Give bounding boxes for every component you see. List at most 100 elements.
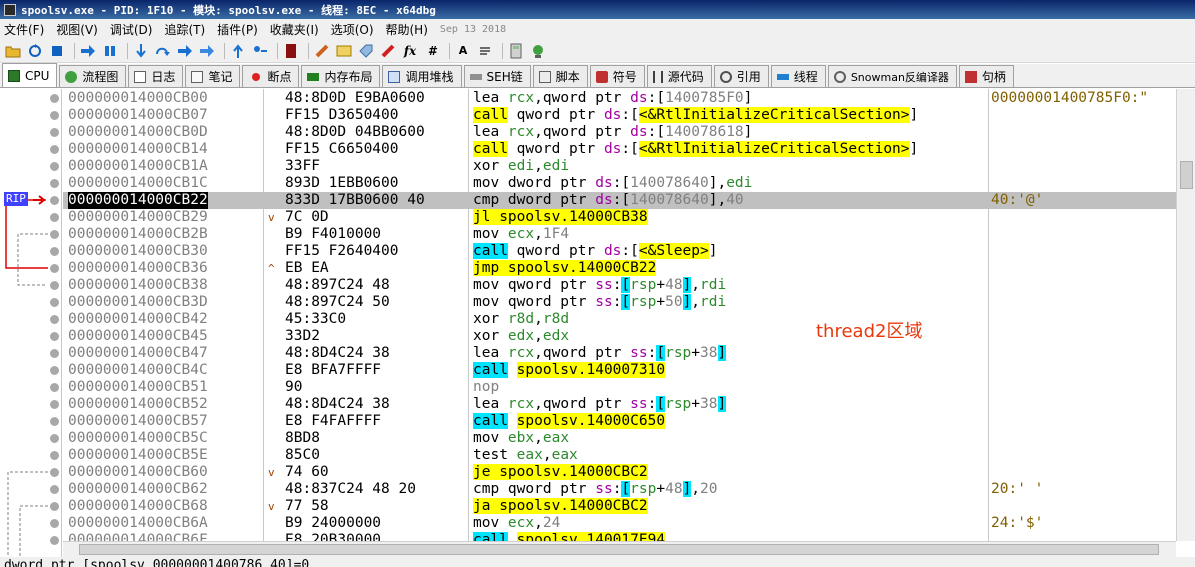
tab-handles[interactable]: 句柄 (958, 65, 1014, 87)
tab-memory-map[interactable]: 内存布局 (301, 65, 381, 87)
breakpoint-toggle-icon[interactable] (50, 230, 59, 239)
disasm-row[interactable]: 000000014000CB47 48:8D4C24 38 lea rcx,qwor… (63, 345, 1176, 362)
tab-symbols[interactable]: 符号 (589, 65, 645, 87)
tab-log[interactable]: 日志 (128, 65, 184, 87)
restart-icon[interactable] (26, 42, 44, 60)
breakpoint-toggle-icon[interactable] (50, 468, 59, 477)
breakpoint-toggle-icon[interactable] (50, 332, 59, 341)
disasm-row[interactable]: 000000014000CB2B B9 F4010000 mov ecx,1F4 (63, 226, 1176, 243)
breakpoint-toggle-icon[interactable] (50, 485, 59, 494)
disasm-row[interactable]: 000000014000CB0D 48:8D0D 04BB0600 lea rcx,… (63, 124, 1176, 141)
tab-script[interactable]: 脚本 (532, 65, 588, 87)
breakpoint-toggle-icon[interactable] (50, 349, 59, 358)
tab-call-stack[interactable]: 调用堆栈 (382, 65, 462, 87)
label-icon[interactable] (357, 42, 375, 60)
menu-favourites[interactable]: 收藏夹(I) (270, 21, 319, 38)
open-icon[interactable] (4, 42, 22, 60)
breakpoint-toggle-icon[interactable] (50, 400, 59, 409)
disasm-row[interactable]: 000000014000CB60 v 74 60 je spoolsv.14000CB… (63, 464, 1176, 481)
disasm-row[interactable]: 000000014000CB07 FF15 D3650400 call qword … (63, 107, 1176, 124)
execute-till-return-icon[interactable] (229, 42, 247, 60)
breakpoint-toggle-icon[interactable] (50, 434, 59, 443)
step-into-icon[interactable] (132, 42, 150, 60)
scylla-icon[interactable] (282, 42, 300, 60)
breakpoint-toggle-icon[interactable] (50, 417, 59, 426)
menu-file[interactable]: 文件(F) (4, 21, 44, 38)
function-icon[interactable]: fx (401, 42, 419, 60)
horizontal-scrollbar[interactable] (63, 541, 1176, 557)
disasm-row[interactable]: 000000014000CB52 48:8D4C24 38 lea rcx,qwor… (63, 396, 1176, 413)
disasm-row[interactable]: 000000014000CB14 FF15 C6650400 call qword … (63, 141, 1176, 158)
disasm-row[interactable]: 000000014000CB38 48:897C24 48 mov qword pt… (63, 277, 1176, 294)
disasm-row[interactable]: 000000014000CB68 v 77 58 ja spoolsv.14000CB… (63, 498, 1176, 515)
disasm-row[interactable]: 000000014000CB29 v 7C 0D jl spoolsv.14000CB… (63, 209, 1176, 226)
tab-breakpoints[interactable]: 断点 (242, 65, 300, 87)
disasm-row[interactable]: 000000014000CB42 45:33C0 xor r8d,r8d (63, 311, 1176, 328)
disasm-row[interactable]: 000000014000CB6A B9 24000000 mov ecx,24 24:… (63, 515, 1176, 532)
vertical-scrollbar[interactable] (1176, 89, 1195, 541)
breakpoint-toggle-icon[interactable] (50, 145, 59, 154)
breakpoint-toggle-icon[interactable] (50, 162, 59, 171)
pause-icon[interactable] (101, 42, 119, 60)
horizontal-scroll-thumb[interactable] (79, 544, 1159, 555)
disasm-row[interactable]: 000000014000CB45 33D2 xor edx,edx (63, 328, 1176, 345)
breakpoint-toggle-icon[interactable] (50, 383, 59, 392)
breakpoint-toggle-icon[interactable] (50, 315, 59, 324)
disasm-row[interactable]: 000000014000CB00 48:8D0D E9BA0600 lea rcx,… (63, 90, 1176, 107)
breakpoint-toggle-icon[interactable] (50, 264, 59, 273)
tab-graph[interactable]: 流程图 (59, 65, 127, 87)
patch-icon[interactable] (313, 42, 331, 60)
breakpoint-toggle-icon[interactable] (50, 451, 59, 460)
tab-notes[interactable]: 笔记 (185, 65, 241, 87)
breakpoint-toggle-icon[interactable] (50, 281, 59, 290)
disasm-row[interactable]: 000000014000CB5C 8BD8 mov ebx,eax (63, 430, 1176, 447)
comment-icon[interactable] (335, 42, 353, 60)
breakpoint-toggle-icon[interactable] (50, 196, 59, 205)
disasm-row[interactable]: 000000014000CB22 833D 17BB0600 40 cmp dwor… (63, 192, 1176, 209)
menu-view[interactable]: 视图(V) (56, 21, 98, 38)
step-over-icon[interactable] (154, 42, 172, 60)
breakpoint-toggle-icon[interactable] (50, 179, 59, 188)
breakpoint-toggle-icon[interactable] (50, 298, 59, 307)
disassembly-listing[interactable]: 000000014000CB00 48:8D0D E9BA0600 lea rcx,… (63, 89, 1176, 541)
tab-snowman[interactable]: Snowman反编译器 (827, 65, 957, 87)
run-to-user-code-icon[interactable] (251, 42, 269, 60)
strings-icon[interactable] (476, 42, 494, 60)
disasm-row[interactable]: 000000014000CB57 E8 F4FAFFFF call spoolsv.… (63, 413, 1176, 430)
menu-plugins[interactable]: 插件(P) (217, 21, 258, 38)
tab-references[interactable]: 引用 (713, 65, 769, 87)
menu-debug[interactable]: 调试(D) (110, 21, 153, 38)
menu-options[interactable]: 选项(O) (331, 21, 374, 38)
stop-icon[interactable] (48, 42, 66, 60)
vertical-scroll-thumb[interactable] (1180, 161, 1193, 189)
disasm-row[interactable]: 000000014000CB51 90 nop (63, 379, 1176, 396)
breakpoint-toggle-icon[interactable] (50, 128, 59, 137)
tab-threads[interactable]: 线程 (770, 65, 826, 87)
disasm-row[interactable]: 000000014000CB1C 893D 1EBB0600 mov dword p… (63, 175, 1176, 192)
disasm-row[interactable]: 000000014000CB30 FF15 F2640400 call qword … (63, 243, 1176, 260)
breakpoint-toggle-icon[interactable] (50, 94, 59, 103)
menu-trace[interactable]: 追踪(T) (164, 21, 205, 38)
breakpoint-toggle-icon[interactable] (50, 519, 59, 528)
tab-source[interactable]: 源代码 (646, 65, 712, 87)
calculator-icon[interactable] (507, 42, 525, 60)
bookmark-icon[interactable] (379, 42, 397, 60)
menu-help[interactable]: 帮助(H) (386, 21, 428, 38)
disasm-row[interactable]: 000000014000CB3D 48:897C24 50 mov qword pt… (63, 294, 1176, 311)
run-icon[interactable] (79, 42, 97, 60)
tab-seh-chain[interactable]: SEH链 (463, 65, 531, 87)
breakpoint-toggle-icon[interactable] (50, 366, 59, 375)
trace-into-icon[interactable] (176, 42, 194, 60)
hash-icon[interactable]: # (423, 42, 441, 60)
disasm-row[interactable]: 000000014000CB6F E8 20B30000 call spoolsv.… (63, 532, 1176, 541)
disasm-row[interactable]: 000000014000CB62 48:837C24 48 20 cmp qword… (63, 481, 1176, 498)
breakpoint-toggle-icon[interactable] (50, 247, 59, 256)
breakpoint-toggle-icon[interactable] (50, 111, 59, 120)
disasm-row[interactable]: 000000014000CB36 ^ EB EA jmp spoolsv.14000C… (63, 260, 1176, 277)
disasm-row[interactable]: 000000014000CB5E 85C0 test eax,eax (63, 447, 1176, 464)
trace-over-icon[interactable] (198, 42, 216, 60)
disasm-row[interactable]: 000000014000CB4C E8 BFA7FFFF call spoolsv.… (63, 362, 1176, 379)
breakpoint-toggle-icon[interactable] (50, 213, 59, 222)
breakpoint-toggle-icon[interactable] (50, 536, 59, 545)
handle-icon[interactable] (529, 42, 547, 60)
